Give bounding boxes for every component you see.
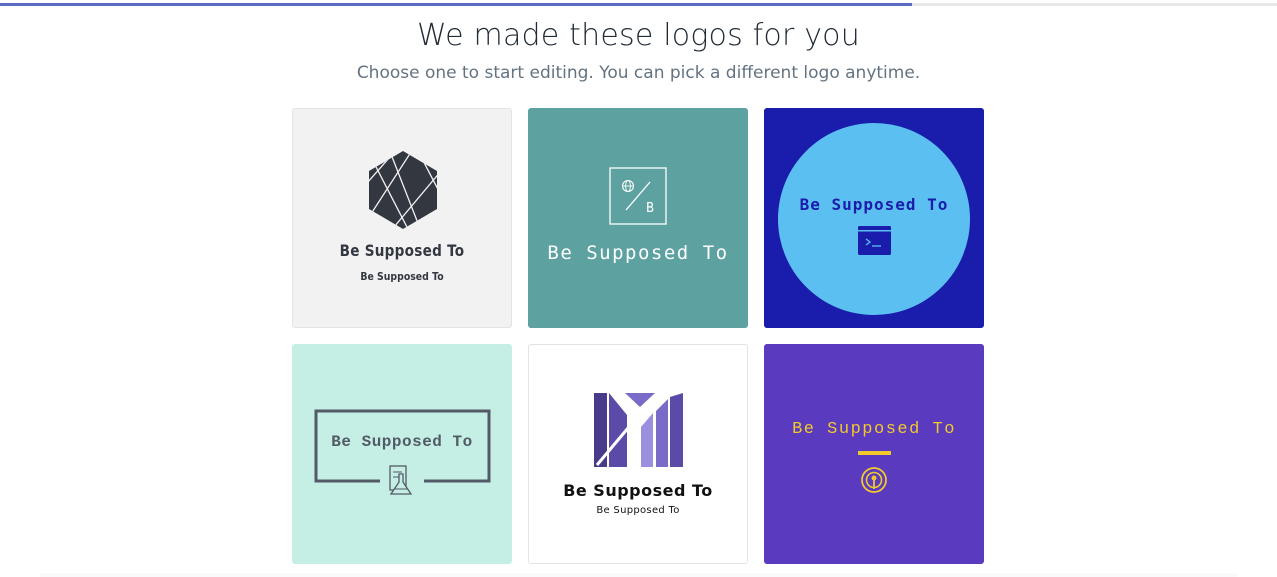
logo-option-4[interactable]: Be Supposed To [292,344,512,564]
logo-name: Be Supposed To [563,481,713,500]
logo-tagline: Be Supposed To [596,505,680,516]
footer-divider [40,573,1237,577]
logo-option-1[interactable]: Be Supposed To Be Supposed To [292,108,512,328]
logo-name: Be Supposed To [331,433,473,451]
page-title: We made these logos for you [417,18,860,53]
terminal-window-icon [778,123,970,315]
lab-flask-icon [314,409,491,495]
logo-tagline: Be Supposed To [360,270,444,283]
progress-bar [0,3,1277,6]
logo-option-3[interactable]: Be Supposed To [764,108,984,328]
logo-option-6[interactable]: Be Supposed To [764,344,984,564]
logo-option-5[interactable]: Be Supposed To Be Supposed To [528,344,748,564]
progress-bar-fill [0,3,912,6]
logo-option-2[interactable]: B Be Supposed To [528,108,748,328]
globe-slash-icon [609,167,667,225]
podcast-icon [858,451,891,493]
logo-icon-letter: B [646,201,654,216]
logo-name: Be Supposed To [799,195,949,214]
m-stripes-icon [594,393,683,467]
logo-name: Be Supposed To [339,241,465,260]
logo-name: Be Supposed To [547,242,729,264]
page-subtitle: Choose one to start editing. You can pic… [356,63,921,83]
logo-name: Be Supposed To [792,420,956,439]
hexagon-lines-icon [369,151,437,229]
